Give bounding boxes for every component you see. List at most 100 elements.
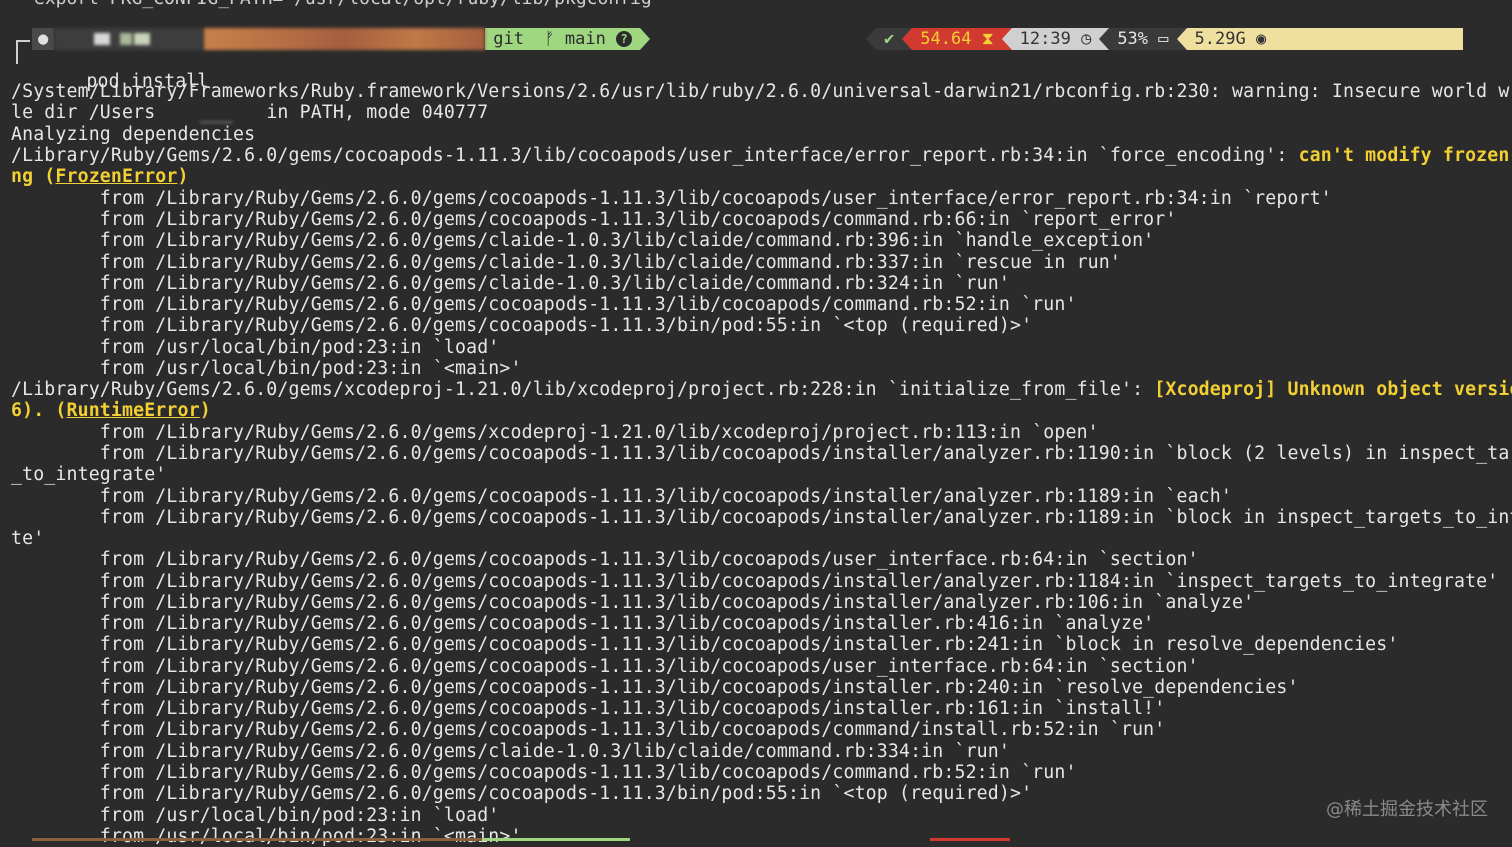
output-segment: )	[199, 400, 211, 421]
output-segment: te'	[11, 528, 45, 549]
output-segment: /Library/Ruby/Gems/2.6.0/gems/xcodeproj-…	[11, 379, 1155, 400]
output-line: from /Library/Ruby/Gems/2.6.0/gems/cocoa…	[11, 294, 1077, 315]
time-value: 12:39	[1019, 29, 1071, 49]
clock-icon: ◷	[1081, 29, 1092, 49]
user-segment	[54, 28, 205, 50]
output-line: from /Library/Ruby/Gems/2.6.0/gems/claid…	[11, 273, 1010, 294]
output-line: from /Library/Ruby/Gems/2.6.0/gems/xcode…	[11, 422, 1099, 443]
output-segment: FrozenError	[55, 166, 178, 187]
gauge-icon: ◉	[1255, 29, 1267, 49]
output-line: /Library/Ruby/Gems/2.6.0/gems/cocoapods-…	[11, 145, 1512, 166]
output-line: from /Library/Ruby/Gems/2.6.0/gems/claid…	[11, 230, 1154, 251]
output-line: /Library/Ruby/Gems/2.6.0/gems/xcodeproj-…	[11, 379, 1512, 400]
question-icon: ?	[616, 31, 633, 47]
output-line: 6). (RuntimeError)	[11, 400, 211, 421]
output-line: from /Library/Ruby/Gems/2.6.0/gems/cocoa…	[11, 762, 1077, 783]
output-segment: from /Library/Ruby/Gems/2.6.0/gems/cocoa…	[11, 549, 1199, 570]
battery-segment: 53% ▭	[1109, 28, 1177, 50]
git-label: git	[493, 29, 524, 49]
output-segment: from /usr/local/bin/pod:23:in `load'	[11, 337, 500, 358]
time-segment: 12:39 ◷	[1011, 28, 1100, 50]
output-segment: ___	[155, 102, 256, 123]
output-segment: 6). (	[11, 400, 67, 421]
disk-icon: ▭	[1158, 29, 1169, 49]
output-segment: from /Library/Ruby/Gems/2.6.0/gems/cocoa…	[11, 762, 1077, 783]
checkmark-icon: ✔	[884, 29, 895, 49]
hourglass-icon: ⧗	[981, 29, 994, 49]
previous-command-line: export PKG_CONFIG_PATH="/usr/local/opt/r…	[34, 0, 663, 9]
output-segment: from /Library/Ruby/Gems/2.6.0/gems/cocoa…	[11, 315, 1033, 336]
branch-icon: ᚠ	[544, 29, 555, 49]
output-line: from /Library/Ruby/Gems/2.6.0/gems/cocoa…	[11, 486, 1232, 507]
output-line: from /Library/Ruby/Gems/2.6.0/gems/cocoa…	[11, 634, 1399, 655]
directory-segment	[204, 28, 486, 50]
output-segment: Analyzing dependencies	[11, 124, 256, 145]
output-segment: from /usr/local/bin/pod:23:in `<main>'	[11, 826, 522, 847]
output-segment: from /usr/local/bin/pod:23:in `<main>'	[11, 358, 522, 379]
output-segment: _to_integrate'	[11, 464, 167, 485]
load-value: 54.64	[920, 29, 972, 49]
output-segment: [Xcodeproj] Unknown object version (5	[1154, 379, 1512, 400]
output-segment: from /Library/Ruby/Gems/2.6.0/gems/cocoa…	[11, 571, 1499, 592]
output-line: ng (FrozenError)	[11, 166, 189, 187]
output-line: from /usr/local/bin/pod:23:in `<main>'	[11, 826, 522, 847]
output-line: from /usr/local/bin/pod:23:in `<main>'	[11, 358, 522, 379]
output-segment: from /Library/Ruby/Gems/2.6.0/gems/claid…	[11, 741, 1010, 762]
output-segment: from /Library/Ruby/Gems/2.6.0/gems/cocoa…	[11, 783, 1033, 804]
output-segment: from /Library/Ruby/Gems/2.6.0/gems/cocoa…	[11, 698, 1166, 719]
output-segment: RuntimeError	[66, 400, 200, 421]
command-line: pod install	[42, 50, 209, 92]
output-line: from /Library/Ruby/Gems/2.6.0/gems/cocoa…	[11, 677, 1299, 698]
prompt-left: ● git ᚠ main ?	[32, 28, 651, 50]
output-line: from /Library/Ruby/Gems/2.6.0/gems/cocoa…	[11, 719, 1165, 740]
watermark: @稀土掘金技术社区	[1326, 799, 1488, 820]
output-segment: from /Library/Ruby/Gems/2.6.0/gems/cocoa…	[11, 507, 1512, 528]
output-line: from /Library/Ruby/Gems/2.6.0/gems/cocoa…	[11, 549, 1199, 570]
output-line: le dir /Users ___ in PATH, mode 040777	[11, 102, 488, 123]
output-line: _to_integrate'	[11, 464, 166, 485]
output-segment: from /Library/Ruby/Gems/2.6.0/gems/claid…	[11, 230, 1155, 251]
output-segment: /System/Library/Frameworks/Ruby.framewor…	[11, 81, 1512, 102]
output-segment: from /Library/Ruby/Gems/2.6.0/gems/cocoa…	[11, 613, 1155, 634]
output-segment: from /Library/Ruby/Gems/2.6.0/gems/cocoa…	[11, 188, 1332, 209]
output-line: from /Library/Ruby/Gems/2.6.0/gems/cocoa…	[11, 698, 1165, 719]
output-line: from /Library/Ruby/Gems/2.6.0/gems/cocoa…	[11, 656, 1199, 677]
output-line: from /Library/Ruby/Gems/2.6.0/gems/cocoa…	[11, 783, 1032, 804]
output-line: from /Library/Ruby/Gems/2.6.0/gems/cocoa…	[11, 209, 1177, 230]
output-line: from /Library/Ruby/Gems/2.6.0/gems/cocoa…	[11, 571, 1498, 592]
output-segment: in PATH, mode 040777	[255, 102, 489, 123]
terminal-window[interactable]: export PKG_CONFIG_PATH="/usr/local/opt/r…	[0, 0, 1512, 847]
output-segment: from /Library/Ruby/Gems/2.6.0/gems/xcode…	[11, 422, 1099, 443]
memory-segment: 5.29G ◉	[1186, 28, 1463, 50]
output-line: from /Library/Ruby/Gems/2.6.0/gems/cocoa…	[11, 315, 1032, 336]
output-segment: from /Library/Ruby/Gems/2.6.0/gems/cocoa…	[11, 634, 1399, 655]
git-segment-arrow	[640, 28, 651, 50]
output-segment: from /Library/Ruby/Gems/2.6.0/gems/claid…	[11, 273, 1010, 294]
output-segment: can't modify frozen Stri	[1298, 145, 1510, 166]
output-line: te'	[11, 528, 44, 549]
output-segment: from /Library/Ruby/Gems/2.6.0/gems/cocoa…	[11, 656, 1199, 677]
output-line: from /Library/Ruby/Gems/2.6.0/gems/cocoa…	[11, 188, 1332, 209]
output-line: Analyzing dependencies	[11, 124, 255, 145]
output-segment: from /Library/Ruby/Gems/2.6.0/gems/cocoa…	[11, 443, 1512, 464]
status-ok-segment: ✔	[876, 28, 903, 50]
output-segment: from /usr/local/bin/pod:23:in `load'	[11, 805, 500, 826]
prompt-right: ✔ 54.64 ⧗ 12:39 ◷ 53% ▭ 5.29G ◉	[866, 28, 1463, 50]
output-segment: /Library/Ruby/Gems/2.6.0/gems/cocoapods-…	[11, 145, 1299, 166]
memory-value: 5.29G	[1194, 29, 1246, 49]
output-segment: from /Library/Ruby/Gems/2.6.0/gems/cocoa…	[11, 209, 1177, 230]
output-segment: le dir /Users	[11, 102, 156, 123]
output-line: /System/Library/Frameworks/Ruby.framewor…	[11, 81, 1512, 102]
output-line: from /Library/Ruby/Gems/2.6.0/gems/cocoa…	[11, 592, 1254, 613]
output-line: from /Library/Ruby/Gems/2.6.0/gems/claid…	[11, 252, 1121, 273]
apple-icon: ●	[38, 29, 49, 49]
output-segment: )	[177, 166, 189, 187]
battery-value: 53%	[1117, 29, 1149, 49]
output-line: from /Library/Ruby/Gems/2.6.0/gems/cocoa…	[11, 443, 1512, 464]
output-line: from /Library/Ruby/Gems/2.6.0/gems/cocoa…	[11, 507, 1512, 528]
output-segment: from /Library/Ruby/Gems/2.6.0/gems/cocoa…	[11, 294, 1077, 315]
output-segment: from /Library/Ruby/Gems/2.6.0/gems/cocoa…	[11, 486, 1232, 507]
output-segment: from /Library/Ruby/Gems/2.6.0/gems/cocoa…	[11, 592, 1255, 613]
output-segment: from /Library/Ruby/Gems/2.6.0/gems/cocoa…	[11, 677, 1299, 698]
output-line: from /Library/Ruby/Gems/2.6.0/gems/claid…	[11, 741, 1010, 762]
